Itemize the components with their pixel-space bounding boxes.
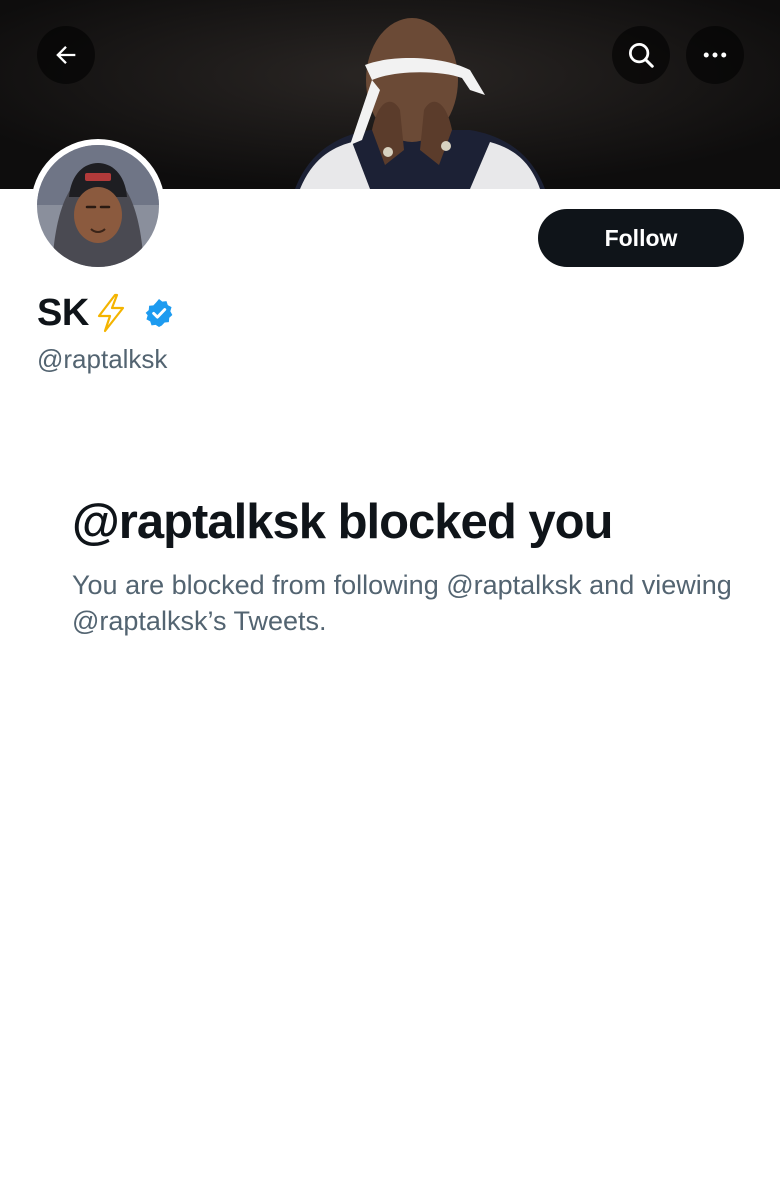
more-button[interactable] xyxy=(686,26,744,84)
arrow-left-icon xyxy=(56,46,76,64)
display-name: SK xyxy=(37,291,89,334)
avatar[interactable] xyxy=(31,139,165,273)
blocked-title: @raptalksk blocked you xyxy=(72,495,613,549)
follow-button[interactable]: Follow xyxy=(538,209,744,267)
display-name-row: SK xyxy=(37,288,175,338)
blocked-description: You are blocked from following @raptalks… xyxy=(72,570,732,636)
back-button[interactable] xyxy=(37,26,95,84)
avatar-image xyxy=(37,145,159,267)
lightning-bolt-icon xyxy=(95,293,127,333)
more-horizontal-icon xyxy=(703,52,727,58)
verified-badge-icon[interactable] xyxy=(143,297,175,329)
search-button[interactable] xyxy=(612,26,670,84)
search-icon xyxy=(629,43,654,68)
user-handle: @raptalksk xyxy=(37,344,168,374)
